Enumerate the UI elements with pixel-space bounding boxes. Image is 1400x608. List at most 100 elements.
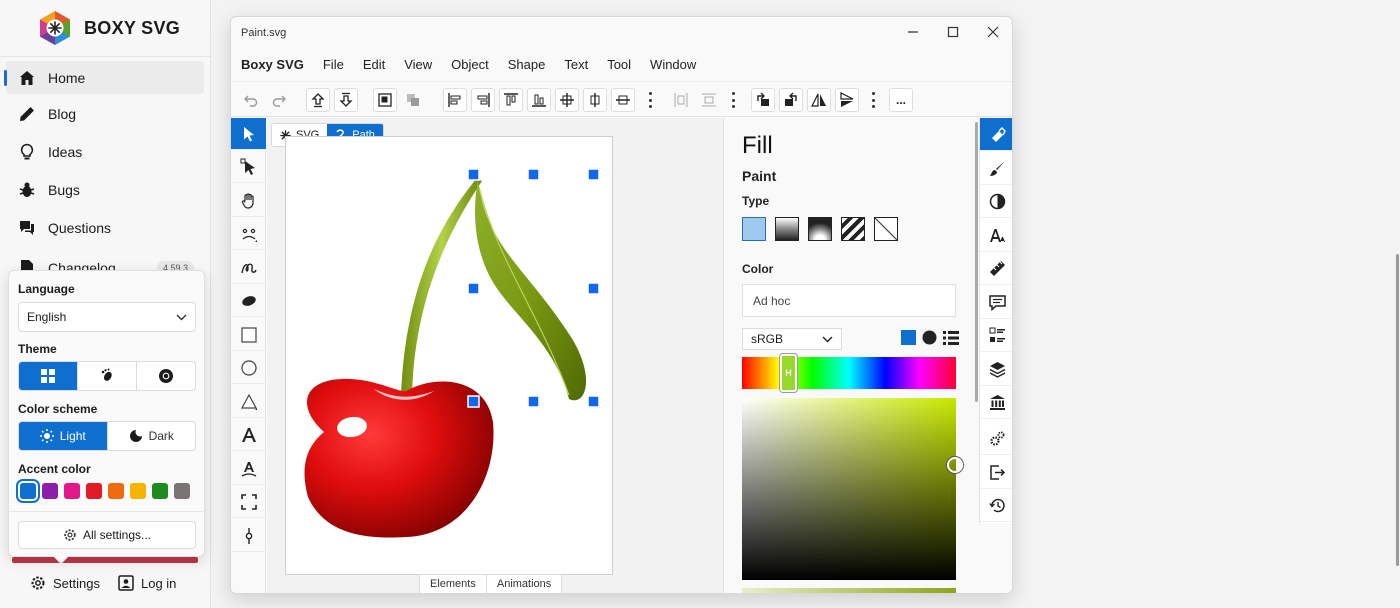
face-tool[interactable]: [231, 218, 266, 250]
distribute-h-button[interactable]: [669, 88, 693, 112]
compositing-panel-button[interactable]: [980, 185, 1012, 218]
handle-e[interactable]: [587, 282, 600, 295]
tab-animations[interactable]: Animations: [487, 575, 561, 593]
typography-panel-button[interactable]: [980, 219, 1012, 252]
text-path-tool[interactable]: [231, 453, 266, 485]
layers-panel-button[interactable]: [980, 353, 1012, 386]
ellipse-tool[interactable]: [231, 352, 266, 384]
accent-swatch[interactable]: [86, 483, 102, 499]
undo-button[interactable]: [239, 88, 263, 112]
nav-item-ideas[interactable]: Ideas: [6, 135, 204, 168]
export-panel-button[interactable]: [980, 456, 1012, 489]
align-bottom-button[interactable]: [527, 88, 551, 112]
theme-chrome-option[interactable]: [137, 362, 195, 390]
scheme-dark-option[interactable]: Dark: [108, 422, 196, 450]
align-hcenter-button[interactable]: [583, 88, 607, 112]
align-vcenter-button[interactable]: [611, 88, 635, 112]
accent-swatch[interactable]: [130, 483, 146, 499]
selection-handles[interactable]: [286, 137, 614, 576]
handle-sw[interactable]: [467, 395, 480, 408]
transform-more-menu[interactable]: [871, 92, 875, 108]
alpha-slider[interactable]: [742, 588, 956, 593]
rotate-left-button[interactable]: [751, 88, 775, 112]
login-button[interactable]: Log in: [118, 575, 176, 591]
list-picker-icon[interactable]: [943, 330, 959, 345]
hue-slider[interactable]: [742, 357, 956, 389]
menu-window[interactable]: Window: [650, 57, 696, 72]
page-scrollbar[interactable]: [1396, 254, 1399, 566]
accent-swatch[interactable]: [108, 483, 124, 499]
all-settings-button[interactable]: All settings...: [18, 521, 196, 549]
panel-scrollbar[interactable]: [975, 122, 978, 402]
hue-slider-handle[interactable]: H: [780, 354, 797, 392]
selection-tool[interactable]: [231, 118, 266, 150]
handle-w[interactable]: [467, 282, 480, 295]
settings-button[interactable]: Settings: [30, 575, 100, 591]
blob-tool[interactable]: [231, 285, 266, 317]
artboard[interactable]: [285, 136, 613, 575]
align-top-button[interactable]: [499, 88, 523, 112]
flip-vertical-button[interactable]: [835, 88, 859, 112]
fill-type-linear[interactable]: [775, 217, 799, 241]
stroke-panel-button[interactable]: [980, 152, 1012, 185]
language-select[interactable]: English: [18, 302, 196, 332]
menu-tool[interactable]: Tool: [607, 57, 631, 72]
align-left-button[interactable]: [443, 88, 467, 112]
accent-swatch[interactable]: [42, 483, 58, 499]
nav-item-bugs[interactable]: Bugs: [6, 173, 204, 206]
crop-tool[interactable]: [231, 486, 266, 518]
nav-item-questions[interactable]: Questions: [6, 211, 204, 244]
color-space-select[interactable]: sRGB: [742, 328, 842, 350]
rotate-right-button[interactable]: [779, 88, 803, 112]
square-picker-icon[interactable]: [901, 330, 916, 345]
distribute-more-menu[interactable]: [731, 92, 735, 108]
fill-type-solid[interactable]: [742, 217, 766, 241]
color-picker-handle[interactable]: [947, 457, 963, 473]
accent-swatch[interactable]: [64, 483, 80, 499]
group-button[interactable]: [373, 88, 397, 112]
ungroup-button[interactable]: [401, 88, 425, 112]
handle-s[interactable]: [527, 395, 540, 408]
align-right-button[interactable]: [471, 88, 495, 112]
menu-shape[interactable]: Shape: [508, 57, 546, 72]
more-button[interactable]: ...: [889, 88, 913, 112]
maximize-button[interactable]: [945, 24, 961, 40]
elements-panel-button[interactable]: [980, 319, 1012, 352]
handle-n[interactable]: [527, 168, 540, 181]
gradient-tool[interactable]: [231, 520, 266, 552]
scheme-light-option[interactable]: Light: [19, 422, 108, 450]
saturation-value-area[interactable]: [742, 398, 956, 580]
rectangle-tool[interactable]: [231, 319, 266, 351]
menu-object[interactable]: Object: [451, 57, 489, 72]
lower-button[interactable]: [334, 88, 358, 112]
menu-view[interactable]: View: [404, 57, 432, 72]
edit-tool[interactable]: [231, 151, 266, 183]
fill-type-pattern[interactable]: [841, 217, 865, 241]
accent-swatch[interactable]: [174, 483, 190, 499]
library-panel-button[interactable]: [980, 386, 1012, 419]
fill-type-none[interactable]: [874, 217, 898, 241]
flip-horizontal-button[interactable]: [807, 88, 831, 112]
accent-swatch[interactable]: [152, 483, 168, 499]
fill-type-radial[interactable]: [808, 217, 832, 241]
handle-se[interactable]: [587, 395, 600, 408]
accent-swatch[interactable]: [16, 479, 40, 503]
menu-text[interactable]: Text: [564, 57, 588, 72]
geometry-panel-button[interactable]: [980, 252, 1012, 285]
defs-panel-button[interactable]: [980, 422, 1012, 455]
triangle-tool[interactable]: [231, 386, 266, 418]
text-tool[interactable]: [231, 419, 266, 451]
align-center-button[interactable]: [555, 88, 579, 112]
menu-boxy-svg[interactable]: Boxy SVG: [241, 57, 304, 72]
align-more-menu[interactable]: [648, 92, 652, 108]
menu-edit[interactable]: Edit: [363, 57, 385, 72]
comments-panel-button[interactable]: [980, 286, 1012, 319]
freehand-tool[interactable]: [231, 252, 266, 284]
wheel-picker-icon[interactable]: [922, 330, 937, 345]
distribute-v-button[interactable]: [697, 88, 721, 112]
history-panel-button[interactable]: [980, 489, 1012, 522]
fill-panel-button[interactable]: [980, 118, 1012, 151]
nav-item-home[interactable]: Home: [4, 61, 204, 94]
canvas-area[interactable]: SVG Path Elements Animations: [267, 118, 723, 593]
minimize-button[interactable]: [905, 24, 921, 40]
